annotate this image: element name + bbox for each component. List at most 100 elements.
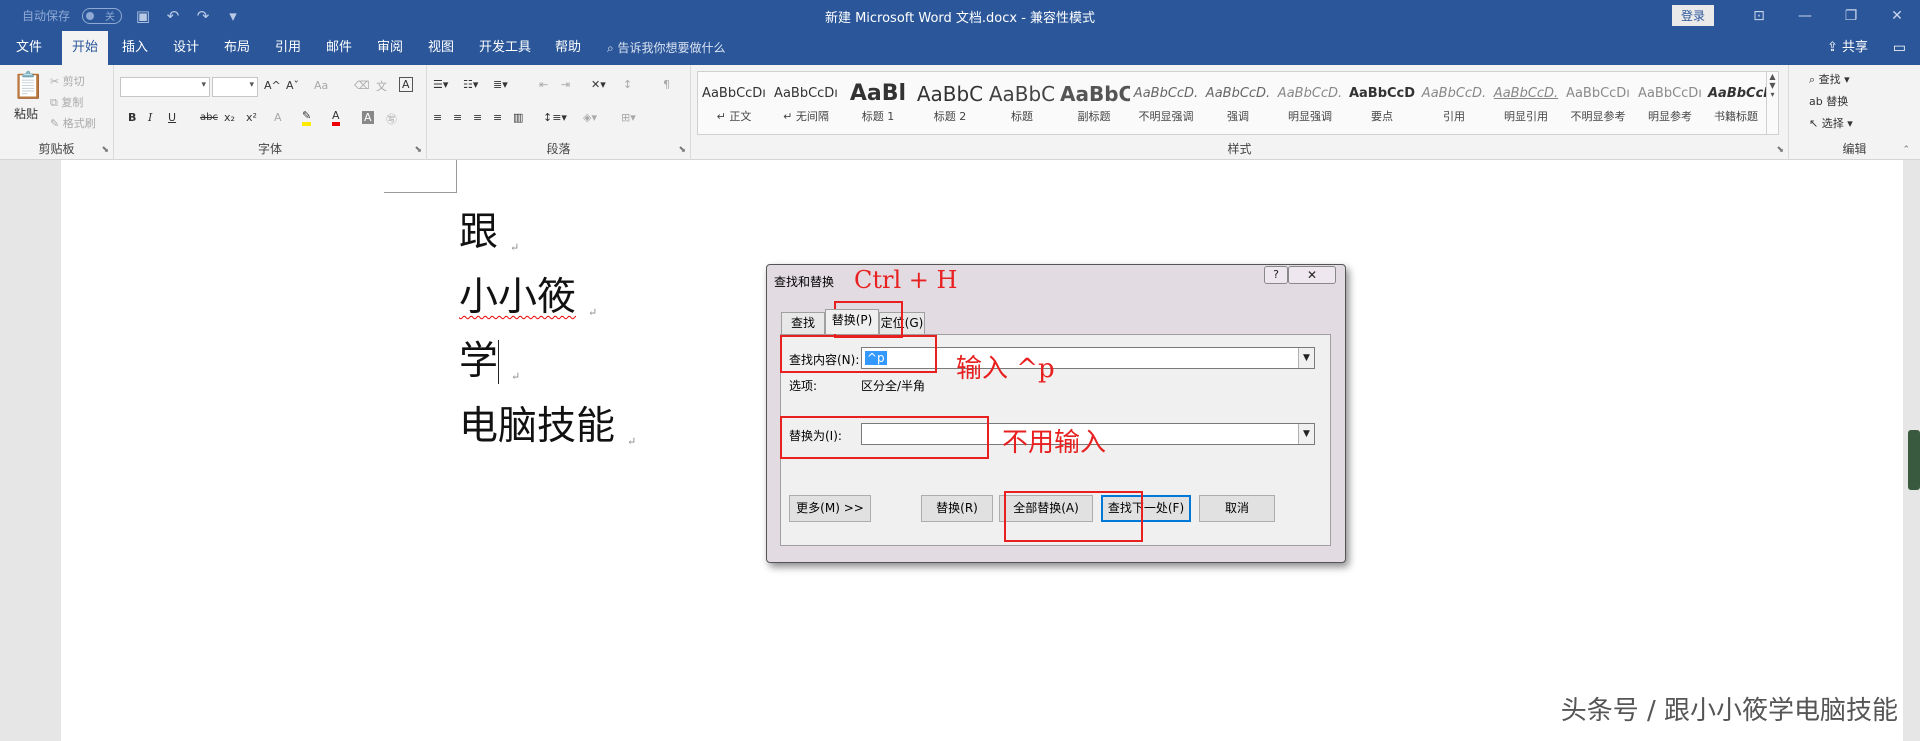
style-subtle-emphasis[interactable]: AaBbCcD. 不明显强调	[1130, 72, 1202, 134]
tab-review[interactable]: 审阅	[373, 31, 407, 65]
character-shading-icon[interactable]: A	[362, 111, 374, 124]
autosave-toggle[interactable]: 关	[82, 7, 123, 24]
styles-launcher-icon[interactable]: ⬊	[1776, 145, 1784, 155]
sort-icon[interactable]: ↕	[623, 78, 632, 91]
style-intense-emphasis[interactable]: AaBbCcD. 明显强调	[1274, 72, 1346, 134]
collapse-ribbon-icon[interactable]: ⌃	[1902, 145, 1910, 155]
tab-home[interactable]: 开始	[62, 31, 108, 65]
share-button[interactable]: ⇪ 共享	[1827, 31, 1868, 65]
style-intense-reference[interactable]: AaBbCcDı 明显参考	[1634, 72, 1706, 134]
find-button[interactable]: ⌕ 查找 ▾	[1809, 71, 1850, 87]
select-button[interactable]: ↖ 选择 ▾	[1809, 115, 1853, 131]
help-button[interactable]: ?	[1264, 266, 1288, 284]
chinese-layout-icon[interactable]: ✕▾	[591, 78, 606, 91]
highlight-icon[interactable]: ✎	[302, 109, 312, 126]
text-effects-icon[interactable]: A	[274, 111, 282, 124]
cut-button[interactable]: ✂ 剪切	[50, 73, 85, 89]
italic-button[interactable]: I	[148, 111, 152, 124]
paragraph-launcher-icon[interactable]: ⬊	[678, 145, 686, 155]
underline-button[interactable]: U	[168, 111, 176, 124]
grow-font-button[interactable]: A^	[264, 79, 281, 92]
clear-format-icon[interactable]: ⌫	[354, 79, 370, 92]
shrink-font-button[interactable]: Aˇ	[286, 79, 299, 92]
tab-layout[interactable]: 布局	[220, 31, 254, 65]
style-heading-2[interactable]: AaBbC 标题 2	[914, 72, 986, 134]
tab-replace[interactable]: 替换(P)	[825, 309, 879, 334]
replace-button[interactable]: ab 替换	[1809, 93, 1848, 109]
font-launcher-icon[interactable]: ⬊	[414, 145, 422, 155]
login-button[interactable]: 登录	[1671, 5, 1714, 26]
shading-icon[interactable]: ◈▾	[583, 111, 597, 124]
bullets-icon[interactable]: ☰▾	[433, 78, 448, 91]
comments-icon[interactable]: ▭	[1893, 40, 1906, 56]
undo-icon[interactable]: ↶	[164, 7, 182, 25]
ribbon-display-icon[interactable]: ⊡	[1736, 0, 1782, 31]
paste-icon[interactable]: 📋	[12, 71, 44, 101]
tab-references[interactable]: 引用	[271, 31, 305, 65]
replace-button[interactable]: 替换(R)	[921, 495, 993, 522]
tab-design[interactable]: 设计	[169, 31, 203, 65]
align-left-icon[interactable]: ≡	[433, 111, 442, 124]
dialog-close-button[interactable]: ✕	[1288, 266, 1336, 284]
align-center-icon[interactable]: ≡	[453, 111, 462, 124]
chevron-down-icon[interactable]: ▼	[1298, 424, 1314, 444]
style-intense-quote[interactable]: AaBbCcD. 明显引用	[1490, 72, 1562, 134]
customize-qat-icon[interactable]: ▾	[224, 7, 242, 25]
style-book-title[interactable]: AaBbCcD书籍标题	[1706, 72, 1766, 134]
enclose-character-icon[interactable]: ㊢	[386, 111, 397, 127]
tab-file[interactable]: 文件	[12, 31, 46, 65]
scrollbar-thumb[interactable]	[1908, 430, 1920, 490]
phonetic-guide-icon[interactable]: 文	[376, 78, 387, 94]
tell-me-box[interactable]: ⌕ 告诉我你想要做什么	[607, 31, 726, 65]
restore-icon[interactable]: ❐	[1828, 0, 1874, 31]
tab-help[interactable]: 帮助	[551, 31, 585, 65]
doc-line-4[interactable]: 电脑技能 ↵	[459, 395, 636, 451]
cancel-button[interactable]: 取消	[1199, 495, 1275, 522]
paste-button[interactable]: 粘贴	[14, 105, 38, 122]
borders-icon[interactable]: ⊞▾	[621, 111, 636, 124]
chevron-down-icon[interactable]: ▼	[1298, 348, 1314, 368]
increase-indent-icon[interactable]: ⇥	[561, 78, 570, 91]
tab-mailings[interactable]: 邮件	[322, 31, 356, 65]
style-normal[interactable]: AaBbCcDı ↵ 正文	[698, 72, 770, 134]
styles-scroll[interactable]: ▲ ▼ ▾	[1766, 72, 1778, 134]
bold-button[interactable]: B	[128, 111, 136, 124]
style-strong[interactable]: AaBbCcD 要点	[1346, 72, 1418, 134]
style-subtitle[interactable]: AaBbC 副标题	[1058, 72, 1130, 134]
copy-button[interactable]: ⧉ 复制	[50, 94, 83, 110]
doc-line-2[interactable]: 小小筱 ↵	[459, 266, 597, 322]
more-button[interactable]: 更多(M) >>	[789, 495, 871, 522]
font-name-combo[interactable]	[120, 77, 210, 97]
chevron-up-icon[interactable]: ▲	[1769, 72, 1775, 81]
align-right-icon[interactable]: ≡	[473, 111, 482, 124]
subscript-button[interactable]: x₂	[224, 111, 235, 124]
chevron-down-icon[interactable]: ▼	[1769, 81, 1775, 90]
decrease-indent-icon[interactable]: ⇤	[539, 78, 548, 91]
show-marks-icon[interactable]: ¶	[663, 78, 670, 91]
format-painter-button[interactable]: ✎ 格式刷	[50, 115, 96, 131]
doc-line-3[interactable]: 学 ↵	[459, 330, 520, 386]
numbering-icon[interactable]: ☷▾	[463, 78, 478, 91]
character-border-icon[interactable]: A	[399, 77, 413, 92]
multilevel-list-icon[interactable]: ≣▾	[493, 78, 508, 91]
style-no-spacing[interactable]: AaBbCcDı ↵ 无间隔	[770, 72, 842, 134]
style-quote[interactable]: AaBbCcD. 引用	[1418, 72, 1490, 134]
font-size-combo[interactable]	[212, 77, 258, 97]
style-heading-1[interactable]: AaBl 标题 1	[842, 72, 914, 134]
style-title[interactable]: AaBbC 标题	[986, 72, 1058, 134]
clipboard-launcher-icon[interactable]: ⬊	[101, 145, 109, 155]
strikethrough-button[interactable]: abc	[200, 112, 218, 123]
font-color-icon[interactable]: A	[332, 109, 340, 126]
superscript-button[interactable]: x²	[246, 111, 257, 124]
justify-icon[interactable]: ≡	[493, 111, 502, 124]
line-spacing-icon[interactable]: ↕≡▾	[543, 111, 567, 124]
change-case-button[interactable]: Aa	[314, 79, 328, 92]
tab-find[interactable]: 查找(D)	[781, 312, 825, 351]
more-styles-icon[interactable]: ▾	[1770, 90, 1774, 99]
tab-developer[interactable]: 开发工具	[475, 31, 535, 65]
style-subtle-reference[interactable]: AaBbCcDı 不明显参考	[1562, 72, 1634, 134]
tab-insert[interactable]: 插入	[118, 31, 152, 65]
doc-line-1[interactable]: 跟 ↵	[459, 201, 519, 257]
tab-view[interactable]: 视图	[424, 31, 458, 65]
style-emphasis[interactable]: AaBbCcD. 强调	[1202, 72, 1274, 134]
